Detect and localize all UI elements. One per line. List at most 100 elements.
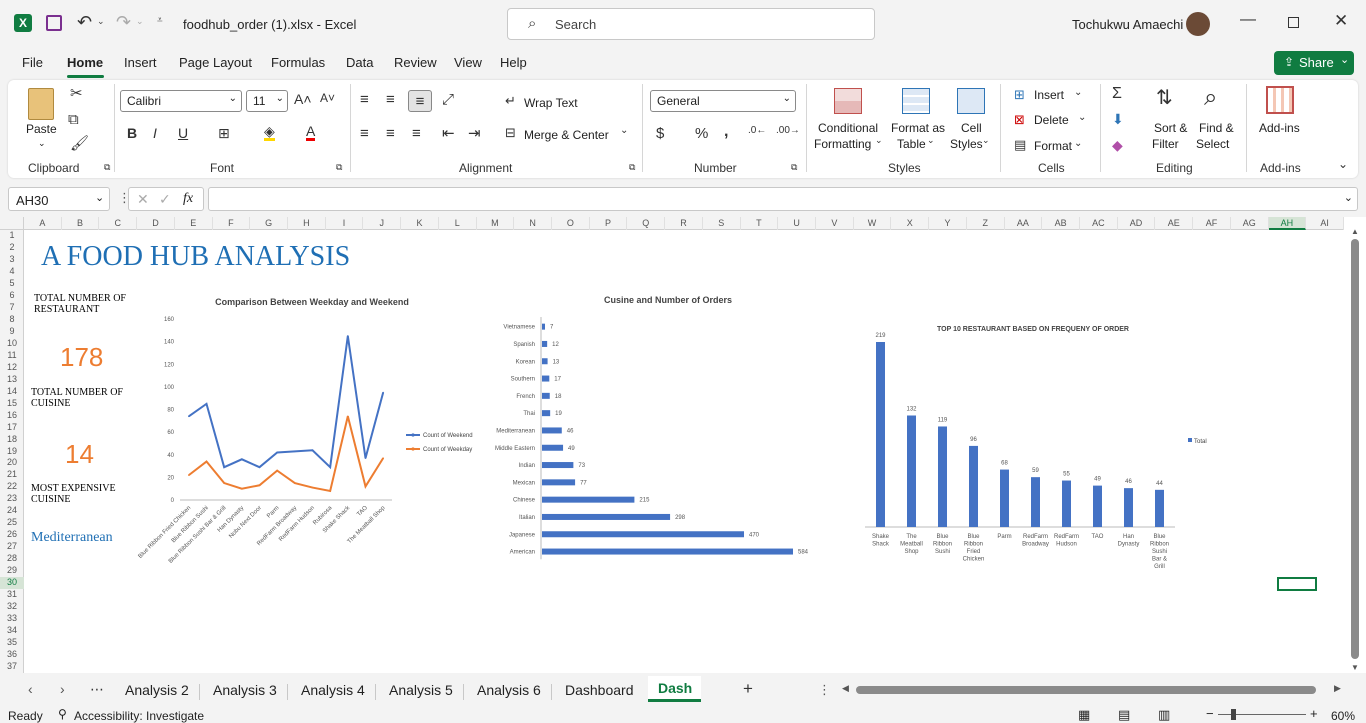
delete-cells-icon[interactable]: ⊠	[1014, 113, 1025, 126]
scroll-up-icon[interactable]: ▲	[1351, 227, 1359, 236]
user-name[interactable]: Tochukwu Amaechi	[1072, 17, 1183, 32]
number-format-dropdown[interactable]: General ⌄	[650, 90, 796, 112]
align-left-icon[interactable]: ≡	[360, 126, 369, 141]
find-select-button[interactable]: Find &	[1199, 121, 1234, 135]
font-size-dropdown[interactable]: 11 ⌄	[246, 90, 288, 112]
avatar[interactable]	[1186, 12, 1210, 36]
minimize-button[interactable]: —	[1240, 11, 1256, 29]
close-button[interactable]: ✕	[1334, 11, 1348, 31]
align-right-icon[interactable]: ≡	[412, 126, 421, 141]
currency-icon[interactable]: $	[656, 126, 664, 141]
insert-function-icon[interactable]: fx	[183, 191, 193, 207]
format-cells-button[interactable]: Format	[1034, 139, 1072, 153]
format-as-table-button[interactable]: Format as	[891, 121, 945, 135]
next-sheet-icon[interactable]: ›	[60, 681, 65, 697]
merge-center-button[interactable]: Merge & Center	[524, 128, 609, 142]
menu-insert[interactable]: Insert	[124, 55, 157, 70]
comma-icon[interactable]: ,	[724, 124, 728, 140]
insert-cells-icon[interactable]: ⊞	[1014, 88, 1025, 101]
more-sheets-icon[interactable]: ⋯	[90, 681, 104, 698]
enter-icon[interactable]: ✓	[159, 191, 171, 208]
tab-analysis-4[interactable]: Analysis 4	[301, 682, 365, 698]
clear-icon[interactable]: ◆	[1112, 138, 1123, 152]
chevron-down-icon[interactable]: ⌄	[620, 126, 628, 136]
font-color-icon[interactable]: A	[306, 124, 316, 141]
increase-decimal-icon[interactable]: .0←	[748, 126, 766, 136]
selected-cell[interactable]	[1277, 577, 1317, 591]
save-icon[interactable]	[46, 15, 62, 31]
cell-styles-button[interactable]: Cell	[961, 121, 982, 135]
orientation-icon[interactable]: ⤢	[442, 92, 454, 107]
restore-button[interactable]	[1288, 17, 1299, 28]
cut-icon[interactable]: ✂	[70, 86, 83, 101]
tab-dash-active[interactable]: Dash	[648, 676, 701, 702]
menu-file[interactable]: File	[22, 55, 43, 70]
merge-icon[interactable]: ⊟	[505, 126, 516, 139]
tab-analysis-3[interactable]: Analysis 3	[213, 682, 277, 698]
align-top-icon[interactable]: ≡	[360, 92, 369, 107]
redo-icon[interactable]: ↷	[116, 12, 131, 33]
percent-icon[interactable]: %	[695, 126, 708, 141]
wrap-text-icon[interactable]: ↵	[505, 94, 516, 107]
number-launcher-icon[interactable]: ⧉	[791, 163, 797, 172]
menu-review[interactable]: Review	[394, 55, 437, 70]
increase-font-icon[interactable]: A˄	[294, 92, 312, 106]
formula-input[interactable]: ⌄	[208, 187, 1358, 211]
align-middle-icon[interactable]: ≡	[386, 92, 395, 107]
align-center-icon[interactable]: ≡	[386, 126, 395, 141]
menu-home[interactable]: Home	[67, 55, 103, 70]
format-painter-icon[interactable]: 🖌	[70, 136, 89, 151]
decrease-decimal-icon[interactable]: .00→	[776, 126, 800, 136]
alignment-launcher-icon[interactable]: ⧉	[629, 163, 635, 172]
wrap-text-button[interactable]: Wrap Text	[524, 96, 578, 110]
fill-color-icon[interactable]: ◈	[264, 124, 275, 141]
italic-icon[interactable]: I	[153, 126, 157, 140]
increase-indent-icon[interactable]: ⇥	[468, 126, 481, 141]
add-ins-button[interactable]: Add-ins	[1259, 121, 1300, 135]
tab-analysis-6[interactable]: Analysis 6	[477, 682, 541, 698]
worksheet[interactable]: A B C D E F G H I J K L M N O P Q R S T U V W X Y Z AA AB AC AD AE AF AG…	[0, 217, 1366, 673]
align-bottom-icon[interactable]: ≡	[408, 90, 432, 112]
customize-qat-icon[interactable]: ⩡	[157, 15, 163, 26]
collapse-ribbon-icon[interactable]: ⌄	[1338, 158, 1348, 170]
decrease-indent-icon[interactable]: ⇤	[442, 126, 455, 141]
hscroll-left-icon[interactable]: ◀	[842, 683, 849, 694]
vertical-scrollbar[interactable]: ▲ ▼	[1348, 227, 1362, 673]
zoom-slider-thumb[interactable]	[1231, 709, 1236, 720]
format-cells-icon[interactable]: ▤	[1014, 138, 1026, 151]
scroll-thumb[interactable]	[1351, 239, 1359, 659]
zoom-in-icon[interactable]: +	[1310, 706, 1318, 721]
cancel-icon[interactable]: ✕	[137, 191, 149, 208]
fill-icon[interactable]: ⬇	[1112, 112, 1124, 126]
delete-cells-button[interactable]: Delete	[1034, 113, 1069, 127]
insert-cells-button[interactable]: Insert	[1034, 88, 1064, 102]
scroll-down-icon[interactable]: ▼	[1351, 663, 1359, 672]
zoom-out-icon[interactable]: −	[1206, 706, 1214, 721]
undo-dropdown-icon[interactable]: ⌄	[97, 16, 105, 27]
bold-icon[interactable]: B	[127, 126, 137, 140]
sort-filter-button[interactable]: Sort &	[1154, 121, 1187, 135]
expand-formula-icon[interactable]: ⌄	[1344, 191, 1353, 204]
tab-options-icon[interactable]: ⋮	[818, 682, 831, 698]
redo-dropdown-icon[interactable]: ⌄	[136, 16, 144, 27]
tab-analysis-5[interactable]: Analysis 5	[389, 682, 453, 698]
borders-icon[interactable]: ⊞	[218, 126, 230, 140]
menu-formulas[interactable]: Formulas	[271, 55, 325, 70]
copy-icon[interactable]: ⧉	[68, 112, 79, 127]
menu-help[interactable]: Help	[500, 55, 527, 70]
tab-analysis-2[interactable]: Analysis 2	[125, 682, 189, 698]
prev-sheet-icon[interactable]: ‹	[28, 681, 33, 697]
horizontal-scrollbar-thumb[interactable]	[856, 686, 1316, 694]
menu-view[interactable]: View	[454, 55, 482, 70]
menu-data[interactable]: Data	[346, 55, 373, 70]
autosum-icon[interactable]: Σ	[1112, 86, 1122, 102]
search-box[interactable]: ⌕ Search	[507, 8, 875, 40]
hscroll-right-icon[interactable]: ▶	[1334, 683, 1341, 694]
undo-icon[interactable]: ↶	[77, 12, 92, 33]
font-launcher-icon[interactable]: ⧉	[336, 163, 342, 172]
font-name-dropdown[interactable]: Calibri ⌄	[120, 90, 242, 112]
menu-page-layout[interactable]: Page Layout	[179, 55, 252, 70]
share-button[interactable]: ⇪ Share ⌄	[1274, 51, 1354, 75]
underline-icon[interactable]: U	[178, 126, 188, 140]
add-sheet-icon[interactable]: +	[743, 679, 753, 699]
